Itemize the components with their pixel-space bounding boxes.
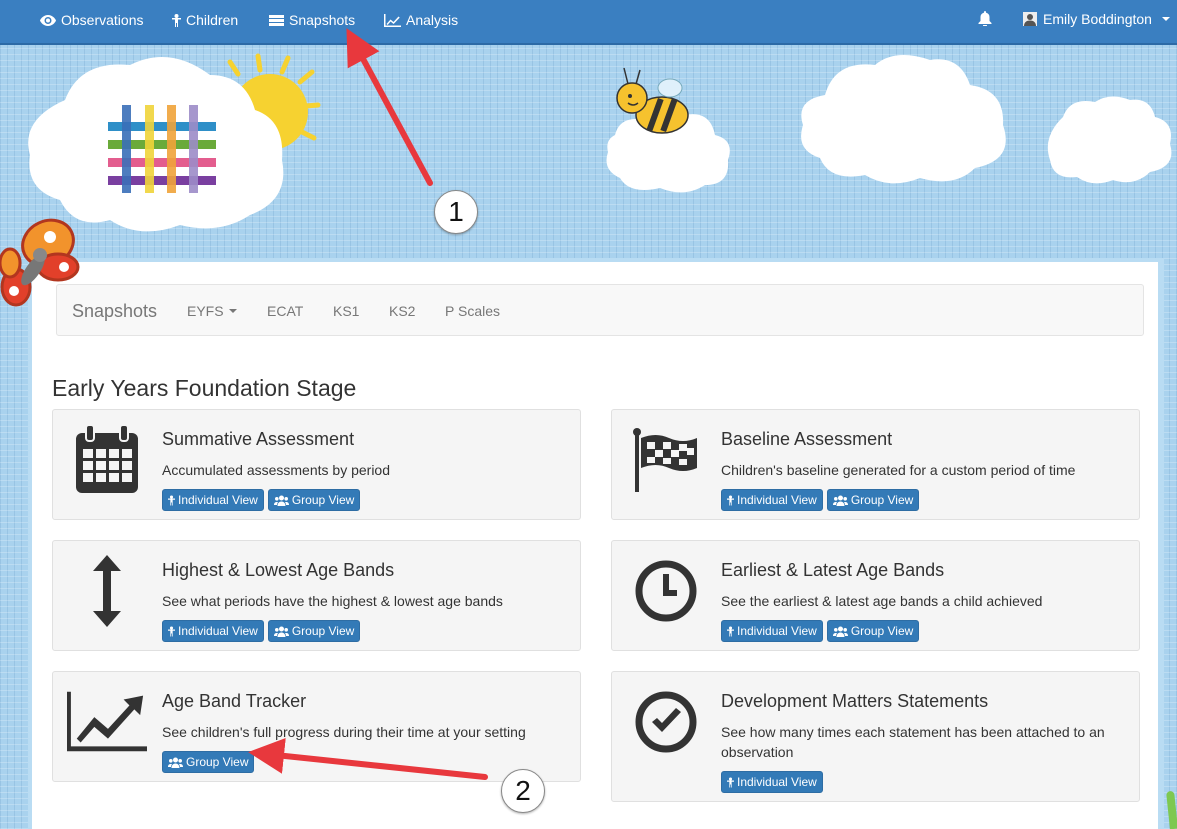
- nav-children[interactable]: Children: [172, 12, 238, 28]
- button-label: Group View: [186, 755, 249, 769]
- button-label: Individual View: [737, 493, 817, 507]
- card-buttons: Individual View Group View: [162, 620, 361, 642]
- eye-icon: [40, 14, 56, 26]
- button-label: Group View: [850, 493, 914, 507]
- grass-decoration: [1166, 790, 1177, 829]
- individual-view-button[interactable]: Individual View: [721, 771, 823, 793]
- nav-observations[interactable]: Observations: [40, 12, 143, 28]
- card-description: See the earliest & latest age bands a ch…: [721, 593, 1043, 609]
- card-title: Age Band Tracker: [162, 691, 307, 711]
- card-buttons: Individual View Group View: [721, 489, 920, 511]
- bee-cloud-illustration: [606, 67, 730, 193]
- group-view-button[interactable]: Group View: [267, 489, 361, 511]
- main-panel: Snapshots EYFS ECAT KS1 KS2 P Scales Ear…: [28, 258, 1164, 829]
- individual-view-button[interactable]: Individual View: [162, 489, 264, 511]
- chevron-down-icon: [228, 309, 237, 313]
- card-age-band-tracker: Age Band Tracker See children's full pro…: [52, 671, 581, 782]
- top-navbar: Observations Children Snapshots Analysis…: [0, 0, 1177, 45]
- card-description: See children's full progress during thei…: [162, 724, 526, 740]
- button-label: Individual View: [178, 624, 258, 638]
- subnav-item-ks1[interactable]: KS1: [333, 303, 359, 319]
- child-icon: [168, 625, 175, 637]
- group-view-button[interactable]: Group View: [162, 751, 255, 773]
- card-title: Development Matters Statements: [721, 691, 989, 711]
- child-icon: [727, 776, 734, 788]
- list-icon: [269, 14, 284, 26]
- card-title: Summative Assessment: [162, 429, 355, 449]
- users-icon: [273, 626, 289, 637]
- individual-view-button[interactable]: Individual View: [721, 489, 823, 511]
- card-description: See what periods have the highest & lowe…: [162, 593, 503, 609]
- child-icon: [172, 13, 181, 27]
- card-description: Accumulated assessments by period: [162, 462, 390, 478]
- subnav-item-ks2[interactable]: KS2: [389, 303, 415, 319]
- annotation-marker-2: 2: [501, 769, 545, 813]
- page-title: Early Years Foundation Stage: [52, 375, 357, 401]
- child-icon: [168, 494, 175, 506]
- button-label: Group View: [291, 493, 355, 507]
- group-view-button[interactable]: Group View: [826, 489, 920, 511]
- check-circle-icon: [626, 682, 706, 762]
- card-buttons: Group View: [162, 751, 255, 773]
- button-label: Individual View: [178, 493, 258, 507]
- user-name: Emily Boddington: [1043, 11, 1152, 27]
- subnav-item-ecat[interactable]: ECAT: [267, 303, 303, 319]
- card-baseline-assessment: Baseline Assessment Children's baseline …: [611, 409, 1140, 520]
- nav-analysis-label: Analysis: [406, 12, 459, 28]
- card-title: Highest & Lowest Age Bands: [162, 560, 395, 580]
- subnav-item-label: EYFS: [187, 303, 224, 319]
- card-title: Earliest & Latest Age Bands: [721, 560, 945, 580]
- card-summative-assessment: Summative Assessment Accumulated assessm…: [52, 409, 581, 520]
- subnav-item-eyfs[interactable]: EYFS: [187, 303, 237, 319]
- users-icon: [832, 626, 848, 637]
- nav-analysis[interactable]: Analysis: [384, 12, 458, 28]
- butterfly-icon: [0, 218, 80, 307]
- group-view-button[interactable]: Group View: [826, 620, 920, 642]
- area-chart-icon: [67, 682, 147, 762]
- child-icon: [727, 625, 734, 637]
- subnav-brand[interactable]: Snapshots: [72, 301, 157, 322]
- annotation-arrow-1: [346, 28, 433, 186]
- card-buttons: Individual View Group View: [162, 489, 361, 511]
- card-development-matters-statements: Development Matters Statements See how m…: [611, 671, 1140, 802]
- bell-icon: [978, 11, 992, 26]
- child-icon: [727, 494, 734, 506]
- individual-view-button[interactable]: Individual View: [721, 620, 823, 642]
- card-title: Baseline Assessment: [721, 429, 893, 449]
- nav-children-label: Children: [186, 12, 239, 28]
- card-description: Children's baseline generated for a cust…: [721, 462, 1076, 478]
- card-description: See how many times each statement has be…: [721, 724, 1105, 760]
- nav-snapshots[interactable]: Snapshots: [269, 12, 355, 28]
- users-icon: [832, 495, 848, 506]
- button-label: Group View: [850, 624, 914, 638]
- button-label: Group View: [291, 624, 355, 638]
- users-icon: [168, 757, 183, 768]
- individual-view-button[interactable]: Individual View: [162, 620, 264, 642]
- user-menu[interactable]: Emily Boddington: [1023, 11, 1170, 27]
- line-chart-icon: [384, 13, 401, 27]
- nav-snapshots-label: Snapshots: [289, 12, 356, 28]
- subnav-item-pscales[interactable]: P Scales: [445, 303, 500, 319]
- vertical-arrows-icon: [67, 551, 147, 631]
- button-label: Individual View: [737, 775, 817, 789]
- snapshots-subnav: Snapshots EYFS ECAT KS1 KS2 P Scales: [56, 284, 1144, 336]
- card-earliest-latest-age-bands: Earliest & Latest Age Bands See the earl…: [611, 540, 1140, 651]
- notifications-button[interactable]: [978, 11, 992, 26]
- user-icon: [1023, 12, 1037, 26]
- users-icon: [273, 495, 289, 506]
- card-buttons: Individual View: [721, 771, 823, 793]
- annotation-marker-1: 1: [434, 190, 478, 234]
- group-view-button[interactable]: Group View: [267, 620, 361, 642]
- calendar-icon: [67, 420, 147, 500]
- card-buttons: Individual View Group View: [721, 620, 920, 642]
- card-highest-lowest-age-bands: Highest & Lowest Age Bands See what peri…: [52, 540, 581, 651]
- nav-observations-label: Observations: [61, 12, 144, 28]
- sun-cloud-logo-illustration: [28, 53, 321, 232]
- flag-checkered-icon: [626, 420, 706, 500]
- clock-icon: [626, 551, 706, 631]
- cloud-decoration: [801, 55, 1006, 184]
- cloud-decoration-small: [1047, 96, 1172, 184]
- chevron-down-icon: [1161, 17, 1170, 21]
- button-label: Individual View: [737, 624, 817, 638]
